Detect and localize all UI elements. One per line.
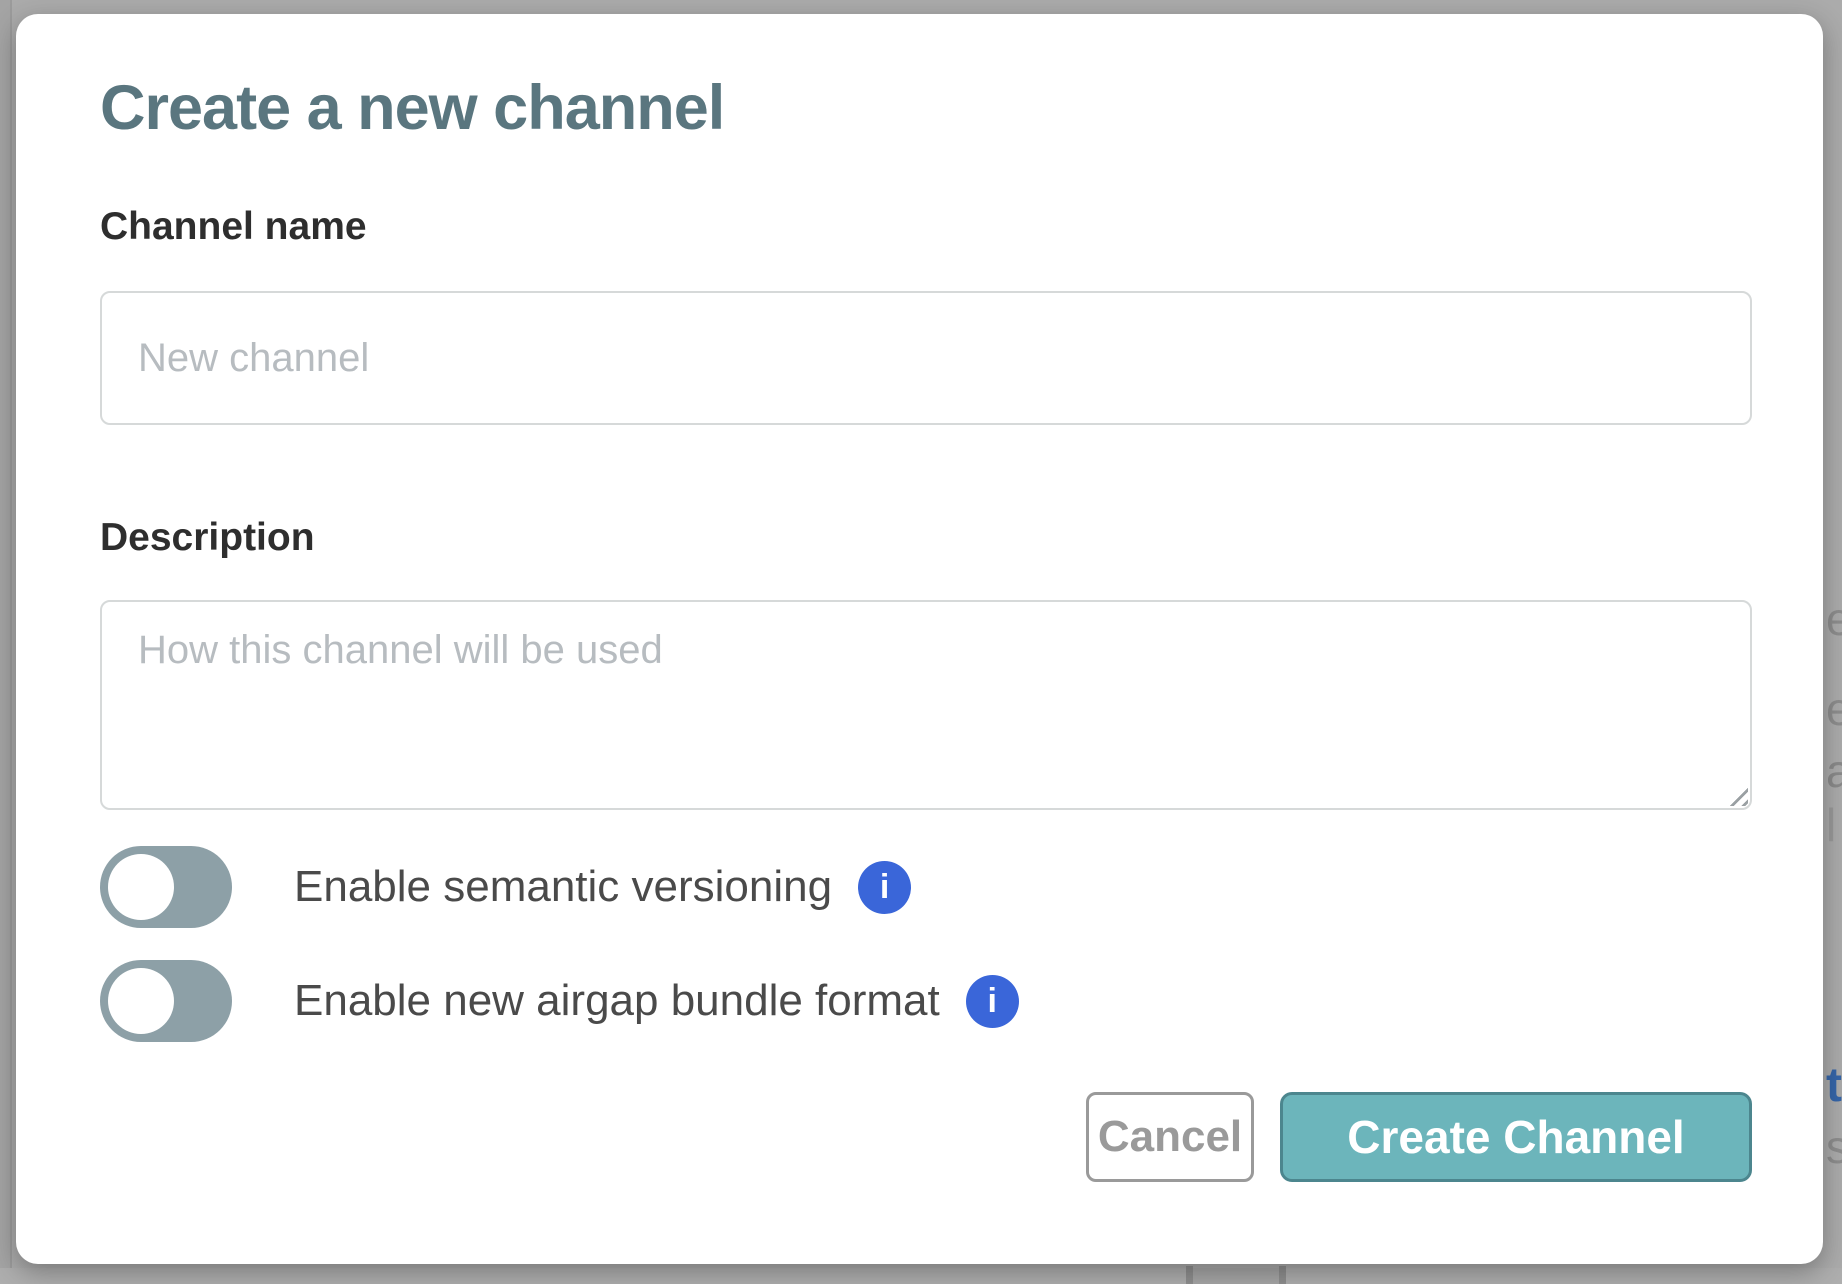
description-textarea[interactable] [100,600,1752,810]
semantic-versioning-label: Enable semantic versioning [294,862,832,912]
semantic-versioning-toggle[interactable] [100,846,232,928]
modal-title: Create a new channel [100,72,1752,144]
create-channel-modal: Create a new channel Channel name Descri… [16,14,1823,1264]
background-page-fragment: a [1826,748,1842,794]
cancel-button[interactable]: Cancel [1086,1092,1254,1182]
channel-name-input[interactable] [100,291,1752,425]
create-channel-button[interactable]: Create Channel [1280,1092,1752,1182]
background-page-fragment: s [1826,1124,1842,1170]
toggle-knob [108,968,174,1034]
modal-footer: Cancel Create Channel [100,1092,1752,1182]
background-table-line [1186,1266,1193,1284]
semantic-versioning-row: Enable semantic versioning i [100,846,1752,928]
toggle-knob [108,854,174,920]
channel-name-label: Channel name [100,206,1752,249]
background-table-line [1279,1266,1286,1284]
info-icon[interactable]: i [858,861,911,914]
airgap-bundle-row: Enable new airgap bundle format i [100,960,1752,1042]
background-bottom-strip [0,1268,1842,1284]
info-icon[interactable]: i [966,975,1019,1028]
background-table-cell [1193,1268,1280,1284]
background-left-edge [0,0,12,1284]
background-page-fragment: l [1826,802,1836,848]
airgap-bundle-toggle[interactable] [100,960,232,1042]
background-page-fragment: e [1826,596,1842,642]
airgap-bundle-label: Enable new airgap bundle format [294,976,940,1026]
description-label: Description [100,517,1752,560]
description-textarea-wrap [100,600,1752,810]
background-page-fragment: t [1826,1062,1842,1110]
background-page-fragment: e [1826,686,1842,732]
